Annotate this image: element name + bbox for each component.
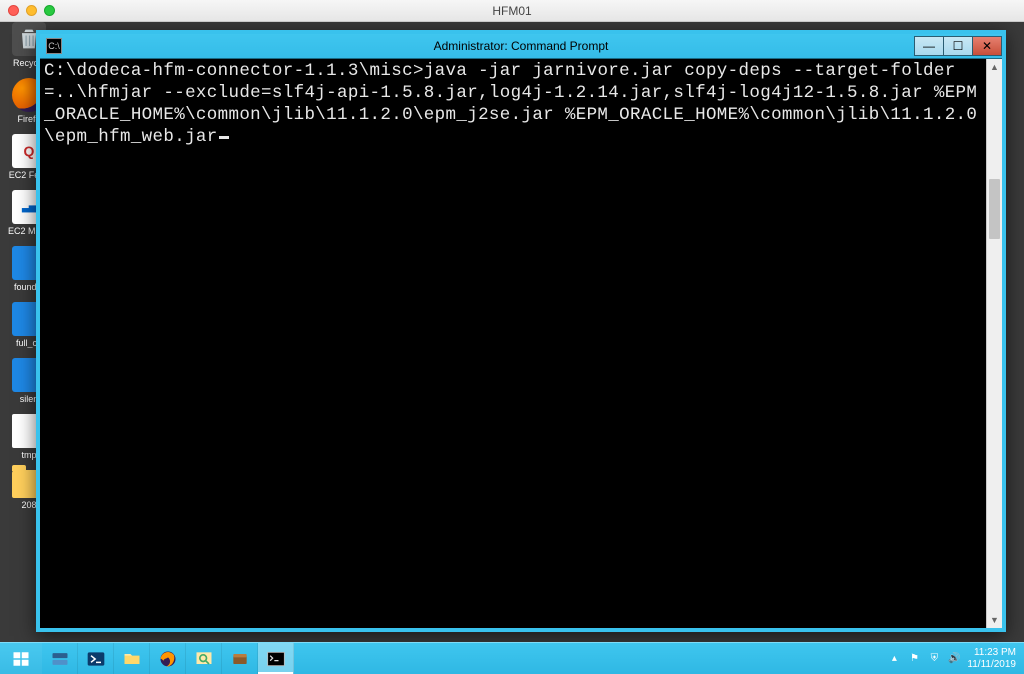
scrollbar-thumb[interactable] <box>989 179 1000 239</box>
taskbar-clock[interactable]: 11:23 PM 11/11/2019 <box>967 647 1018 670</box>
mac-window-title: HFM01 <box>0 4 1024 18</box>
sound-icon[interactable]: 🔊 <box>947 652 961 666</box>
vertical-scrollbar[interactable]: ▲ ▼ <box>986 59 1002 628</box>
windows-logo-icon <box>12 650 30 668</box>
windows-taskbar: ▴ ⚑ ⛨ 🔊 11:23 PM 11/11/2019 <box>0 642 1024 674</box>
clock-time: 11:23 PM <box>967 647 1016 659</box>
disk-tool-icon <box>230 649 250 669</box>
action-center-icon[interactable]: ⚑ <box>907 652 921 666</box>
show-hidden-icons-button[interactable]: ▴ <box>887 652 901 666</box>
scroll-up-arrow[interactable]: ▲ <box>987 59 1002 75</box>
command-prompt-titlebar[interactable]: C:\ Administrator: Command Prompt — ☐ ✕ <box>40 34 1002 58</box>
command-prompt-window: C:\ Administrator: Command Prompt — ☐ ✕ … <box>36 30 1006 632</box>
text-cursor <box>219 136 229 139</box>
prompt-path: C:\dodeca-hfm-connector-1.1.3\misc> <box>44 61 424 81</box>
mac-close-button[interactable] <box>8 5 19 16</box>
maximize-button[interactable]: ☐ <box>943 36 973 56</box>
firefox-icon <box>158 649 178 669</box>
network-icon[interactable]: ⛨ <box>927 652 941 666</box>
mac-minimize-button[interactable] <box>26 5 37 16</box>
scroll-down-arrow[interactable]: ▼ <box>987 612 1002 628</box>
taskbar-item-powershell[interactable] <box>78 643 114 674</box>
search-tool-icon <box>194 649 214 669</box>
taskbar-item-search-tool[interactable] <box>186 643 222 674</box>
taskbar-item-file-explorer[interactable] <box>114 643 150 674</box>
taskbar-spacer <box>294 643 881 674</box>
system-tray: ▴ ⚑ ⛨ 🔊 11:23 PM 11/11/2019 <box>881 643 1024 674</box>
taskbar-item-firefox[interactable] <box>150 643 186 674</box>
desktop-icon-label: 208 <box>21 500 36 510</box>
command-prompt-icon <box>266 649 286 669</box>
taskbar-item-disk-tool[interactable] <box>222 643 258 674</box>
powershell-icon <box>86 649 106 669</box>
close-button[interactable]: ✕ <box>972 36 1002 56</box>
command-prompt-title: Administrator: Command Prompt <box>40 39 1002 53</box>
mac-window-chrome: HFM01 <box>0 0 1024 22</box>
clock-date: 11/11/2019 <box>967 659 1016 671</box>
taskbar-item-server-manager[interactable] <box>42 643 78 674</box>
command-prompt-body[interactable]: C:\dodeca-hfm-connector-1.1.3\misc>java … <box>40 59 986 628</box>
file-explorer-icon <box>122 649 142 669</box>
minimize-button[interactable]: — <box>914 36 944 56</box>
server-manager-icon <box>50 649 70 669</box>
command-prompt-system-icon[interactable]: C:\ <box>46 38 62 54</box>
windows-desktop: Recycle Firefo Q EC2 Feed ▃▅ EC2 Micro f… <box>0 22 1024 642</box>
desktop-icon-label: tmp <box>21 450 36 460</box>
start-button[interactable] <box>0 643 42 674</box>
mac-zoom-button[interactable] <box>44 5 55 16</box>
taskbar-item-command-prompt[interactable] <box>258 643 294 674</box>
